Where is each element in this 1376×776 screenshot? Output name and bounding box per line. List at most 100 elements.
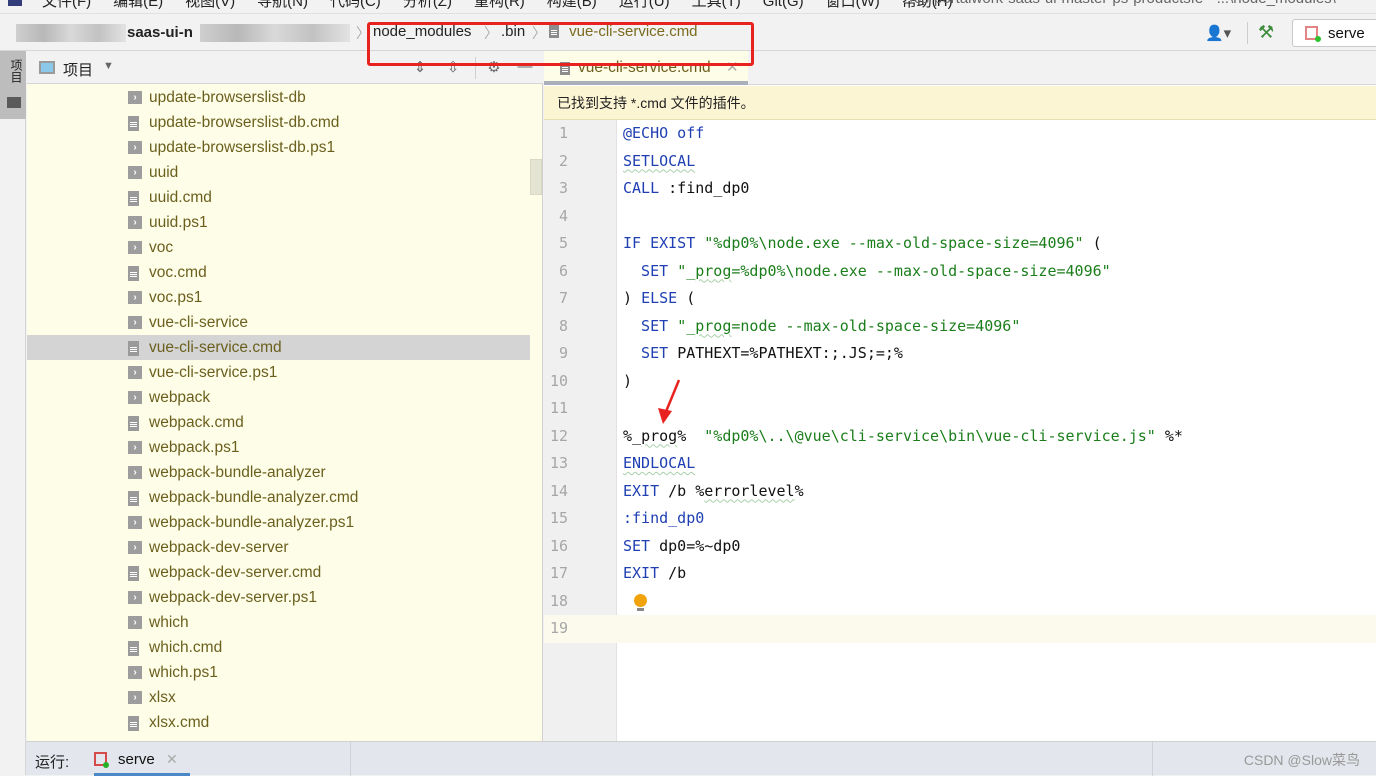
tree-item[interactable]: › webpack-bundle-analyzer xyxy=(27,460,530,485)
tree-item-label: update-browserslist-db.cmd xyxy=(149,114,340,131)
tree-item-label: uuid.cmd xyxy=(149,189,212,206)
breadcrumb-project[interactable]: saas-ui-n xyxy=(127,24,193,41)
code-token: SET xyxy=(623,536,651,555)
code-line[interactable]: 4 xyxy=(544,203,1376,231)
code-line[interactable]: 2 SETLOCAL xyxy=(544,148,1376,176)
code-token: "%dp0%\node.exe --max-old-space-size=409… xyxy=(704,234,1084,252)
line-number: 3 xyxy=(558,179,568,197)
code-line[interactable]: 9 SET PATHEXT=%PATHEXT:;.JS;=;% xyxy=(544,340,1376,368)
shell-script-icon: › xyxy=(128,691,142,704)
file-tree: › update-browserslist-db update-browsersli… xyxy=(27,85,530,735)
menu-item[interactable]: 窗口(W) xyxy=(826,0,880,10)
tree-item[interactable]: › uuid.ps1 xyxy=(27,210,530,235)
shell-script-icon: › xyxy=(128,316,142,329)
code-line[interactable]: 14 EXIT /b %errorlevel% xyxy=(544,478,1376,506)
tree-item[interactable]: webpack.cmd xyxy=(27,410,530,435)
tree-item[interactable]: › vue-cli-service.ps1 xyxy=(27,360,530,385)
code-token: "_ xyxy=(677,261,696,280)
shell-script-icon: › xyxy=(128,91,142,104)
code-line[interactable]: 6 SET "_prog=%dp0%\node.exe --max-old-sp… xyxy=(544,258,1376,286)
code-token: %_ xyxy=(623,426,642,445)
tree-item-label: webpack-dev-server.ps1 xyxy=(149,589,317,606)
code-token: "%dp0%\..\@vue\cli-service\bin\vue-cli-s… xyxy=(704,426,1156,445)
menu-item[interactable]: 代码(C) xyxy=(330,0,381,10)
code-text: @ECHO off xyxy=(623,120,704,148)
code-line[interactable]: 17 EXIT /b xyxy=(544,560,1376,588)
user-icon[interactable]: 👤▾ xyxy=(1205,24,1231,42)
line-number: 18 xyxy=(549,591,568,610)
tree-item[interactable]: uuid.cmd xyxy=(27,185,530,210)
menu-item[interactable]: 构建(B) xyxy=(547,0,597,10)
code-line[interactable]: 1 @ECHO off xyxy=(544,120,1376,148)
plugin-notice-banner[interactable]: 已找到支持 *.cmd 文件的插件。 xyxy=(544,86,1376,120)
tree-item-label: webpack-bundle-analyzer.ps1 xyxy=(149,514,355,531)
tree-item[interactable]: › update-browserslist-db xyxy=(27,85,530,110)
code-line[interactable]: 5 IF EXIST "%dp0%\node.exe --max-old-spac… xyxy=(544,230,1376,258)
chevron-down-icon[interactable]: ▼ xyxy=(103,60,114,72)
tree-item[interactable]: › xlsx xyxy=(27,685,530,710)
code-token: dp0=%~dp0 xyxy=(650,536,741,555)
menu-item[interactable]: 重构(R) xyxy=(474,0,525,10)
shell-script-icon: › xyxy=(128,391,142,404)
code-line[interactable]: 18 xyxy=(544,588,1376,616)
run-config-label: serve xyxy=(1328,25,1365,42)
close-icon[interactable]: ✕ xyxy=(166,751,178,768)
code-line[interactable]: 7) ELSE ( xyxy=(544,285,1376,313)
tree-item[interactable]: › vue-cli-service xyxy=(27,310,530,335)
lightbulb-icon[interactable] xyxy=(634,593,647,611)
menu-item[interactable]: 分析(Z) xyxy=(403,0,452,10)
tree-item[interactable]: › voc xyxy=(27,235,530,260)
line-number: 2 xyxy=(558,151,568,170)
tree-item[interactable]: webpack-bundle-analyzer.cmd xyxy=(27,485,530,510)
project-panel-title[interactable]: 项目 xyxy=(63,59,93,80)
code-text: ) ELSE ( xyxy=(623,285,695,313)
tree-scrollbar[interactable] xyxy=(530,159,542,195)
hammer-icon[interactable]: ⚒ xyxy=(1258,22,1274,43)
tree-item[interactable]: › webpack-bundle-analyzer.ps1 xyxy=(27,510,530,535)
run-config-selector[interactable]: serve xyxy=(1292,19,1376,47)
tree-item[interactable]: update-browserslist-db.cmd xyxy=(27,110,530,135)
code-token: prog xyxy=(695,261,732,280)
code-line[interactable]: 8 SET "_prog=node --max-old-space-size=4… xyxy=(544,313,1376,341)
code-line[interactable]: 16 SET dp0=%~dp0 xyxy=(544,533,1376,561)
menu-item[interactable]: 视图(V) xyxy=(185,0,235,10)
code-line[interactable]: 3 CALL :find_dp0 xyxy=(544,175,1376,203)
tree-item[interactable]: › webpack-dev-server.ps1 xyxy=(27,585,530,610)
tree-item[interactable]: › webpack xyxy=(27,385,530,410)
menu-item[interactable]: 文件(F) xyxy=(42,0,91,10)
menu-item[interactable]: 运行(U) xyxy=(619,0,670,10)
code-line[interactable]: 15:find_dp0 xyxy=(544,505,1376,533)
tree-item-label: which.cmd xyxy=(149,639,223,656)
menu-item[interactable]: 编辑(E) xyxy=(113,0,163,10)
project-tool-tab[interactable]: 项目 xyxy=(0,51,26,119)
line-number: 6 xyxy=(558,261,568,280)
menu-item[interactable]: 导航(N) xyxy=(257,0,308,10)
tree-item[interactable]: › voc.ps1 xyxy=(27,285,530,310)
tree-item[interactable]: voc.cmd xyxy=(27,260,530,285)
tree-item[interactable]: webpack-dev-server.cmd xyxy=(27,560,530,585)
code-text: EXIT /b %errorlevel% xyxy=(623,478,804,506)
run-tab-label: serve xyxy=(118,751,155,768)
file-icon xyxy=(128,341,139,356)
tree-item[interactable]: › which xyxy=(27,610,530,635)
tree-item[interactable]: xlsx.cmd xyxy=(27,710,530,735)
tree-item[interactable]: › update-browserslist-db.ps1 xyxy=(27,135,530,160)
tree-item[interactable]: which.cmd xyxy=(27,635,530,660)
tree-item[interactable]: › webpack.ps1 xyxy=(27,435,530,460)
run-tab-serve[interactable]: serve ✕ xyxy=(78,742,190,776)
code-token: SET xyxy=(623,344,678,362)
menu-item[interactable]: 工具(T) xyxy=(692,0,741,10)
tree-item[interactable]: vue-cli-service.cmd xyxy=(27,335,530,360)
code-line[interactable]: 13 ENDLOCAL xyxy=(544,450,1376,478)
tree-item[interactable]: › which.ps1 xyxy=(27,660,530,685)
tree-item[interactable]: › webpack-dev-server xyxy=(27,535,530,560)
code-line[interactable]: 19 xyxy=(544,615,1376,643)
menu-item[interactable]: Git(G) xyxy=(763,0,804,10)
code-token: prog xyxy=(695,316,732,335)
file-icon xyxy=(128,491,139,506)
run-label: 运行: xyxy=(35,754,70,771)
menu-items: 文件(F) 编辑(E) 视图(V) 导航(N) 代码(C) 分析(Z) 重构(R) 构建(B)… xyxy=(42,0,975,11)
line-number: 9 xyxy=(558,344,568,362)
code-text: SET "_prog=node --max-old-space-size=409… xyxy=(623,313,1020,341)
tree-item[interactable]: › uuid xyxy=(27,160,530,185)
